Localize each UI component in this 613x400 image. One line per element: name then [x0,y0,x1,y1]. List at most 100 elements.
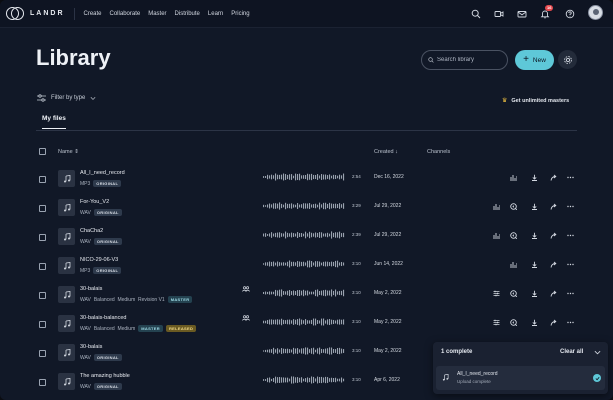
download-icon[interactable] [530,231,538,239]
avatar[interactable] [588,5,603,20]
share-icon[interactable] [549,260,557,268]
file-title[interactable]: NICO-29-06-V3 [80,257,118,263]
share-icon[interactable] [549,202,557,210]
status-badge: RELEASED [165,325,197,332]
more-icon[interactable] [566,173,574,181]
file-title[interactable]: For-You_V2 [80,199,109,205]
waveform[interactable] [263,259,345,269]
created-date: May 2, 2022 [374,290,402,296]
nav-link-create[interactable]: Create [84,11,102,17]
crown-icon: ♛ [502,98,508,104]
filter-by-type[interactable]: Filter by type [37,94,96,102]
waveform[interactable] [263,230,345,240]
get-unlimited-masters-link[interactable]: ♛ Get unlimited masters [502,97,569,105]
app-window: LANDR Create Collaborate Master Distribu… [0,0,613,400]
new-button[interactable]: + New [515,50,554,70]
column-created[interactable]: Created ↓ [374,149,398,155]
status-badge: ORIGINAL [93,238,122,245]
landr-logo[interactable]: LANDR [6,0,65,28]
waveform[interactable] [263,375,345,385]
row-checkbox[interactable] [39,176,46,183]
table-row[interactable]: 30-balais WAV Balanced Medium Revision V… [36,281,577,310]
row-checkbox[interactable] [39,292,46,299]
more-icon[interactable] [566,202,574,210]
row-checkbox[interactable] [39,321,46,328]
waveform[interactable] [263,317,345,327]
share-icon[interactable] [549,289,557,297]
table-row[interactable]: 30-balais-balanced WAV Balanced Medium M… [36,310,577,339]
tab-bar: My files [36,115,577,131]
mail-icon[interactable] [516,8,528,20]
download-icon[interactable] [530,173,538,181]
check-icon [593,374,601,382]
row-checkbox[interactable] [39,379,46,386]
file-title[interactable]: 30-balais [80,344,102,350]
file-title[interactable]: All_I_need_record [80,170,125,176]
bell-icon[interactable]: 16 [539,5,554,20]
stats-icon[interactable] [492,202,500,210]
search-box[interactable] [421,50,508,70]
master-icon[interactable] [509,231,517,239]
settings-button[interactable] [558,50,577,69]
waveform[interactable] [263,346,345,356]
status-badge: MASTER [138,325,163,332]
music-note-icon [63,319,70,327]
collaborators-icon[interactable] [242,315,250,321]
waveform[interactable] [263,288,345,298]
nav-link-pricing[interactable]: Pricing [231,11,249,17]
upload-item-status: Upload complete [457,379,491,384]
more-icon[interactable] [566,260,574,268]
file-title[interactable]: 30-balais [80,286,102,292]
share-icon[interactable] [549,173,557,181]
master-icon[interactable] [509,289,517,297]
download-icon[interactable] [530,260,538,268]
stats-icon[interactable] [509,260,517,268]
row-checkbox[interactable] [39,263,46,270]
table-row[interactable]: All_I_need_record MP3 ORIGINAL 2:54 Dec … [36,165,577,194]
table-row[interactable]: ChaCha2 WAV ORIGINAL 2:39 Jul 29, 2022 [36,223,577,252]
more-icon[interactable] [566,289,574,297]
file-format: WAV [80,296,91,303]
row-checkbox[interactable] [39,350,46,357]
nav-link-master[interactable]: Master [148,11,166,17]
download-icon[interactable] [530,318,538,326]
file-title[interactable]: 30-balais-balanced [80,315,126,321]
column-name[interactable]: Name ⇕ [58,149,79,155]
status-badge: ORIGINAL [93,180,122,187]
file-title[interactable]: ChaCha2 [80,228,103,234]
download-icon[interactable] [530,289,538,297]
table-row[interactable]: NICO-29-06-V3 MP3 ORIGINAL 3:10 Jun 14, … [36,252,577,281]
master-icon[interactable] [509,202,517,210]
waveform[interactable] [263,172,345,182]
search-icon[interactable] [470,8,482,20]
select-all-checkbox[interactable] [39,148,46,155]
nav-link-collaborate[interactable]: Collaborate [110,11,141,17]
chevron-down-icon[interactable] [594,349,601,356]
sliders-icon[interactable] [492,318,500,326]
search-icon [428,57,434,63]
stats-icon[interactable] [492,231,500,239]
sliders-icon[interactable] [492,289,500,297]
file-title[interactable]: The amazing hubble [80,373,130,379]
file-format: WAV [80,354,91,361]
share-icon[interactable] [549,231,557,239]
share-icon[interactable] [549,318,557,326]
help-icon[interactable] [564,8,576,20]
download-icon[interactable] [530,202,538,210]
clear-all-button[interactable]: Clear all [560,349,583,355]
row-checkbox[interactable] [39,205,46,212]
collaborators-icon[interactable] [242,286,250,292]
table-row[interactable]: For-You_V2 WAV ORIGINAL 3:29 Jul 29, 202… [36,194,577,223]
more-icon[interactable] [566,231,574,239]
nav-link-learn[interactable]: Learn [208,11,223,17]
row-checkbox[interactable] [39,234,46,241]
file-details: Balanced Medium Revision V1 [93,296,165,303]
master-icon[interactable] [509,318,517,326]
video-icon[interactable] [493,8,505,20]
tab-my-files[interactable]: My files [42,115,66,129]
stats-icon[interactable] [509,173,517,181]
nav-link-distribute[interactable]: Distribute [175,11,200,17]
waveform[interactable] [263,201,345,211]
search-input[interactable] [437,57,507,63]
more-icon[interactable] [566,318,574,326]
